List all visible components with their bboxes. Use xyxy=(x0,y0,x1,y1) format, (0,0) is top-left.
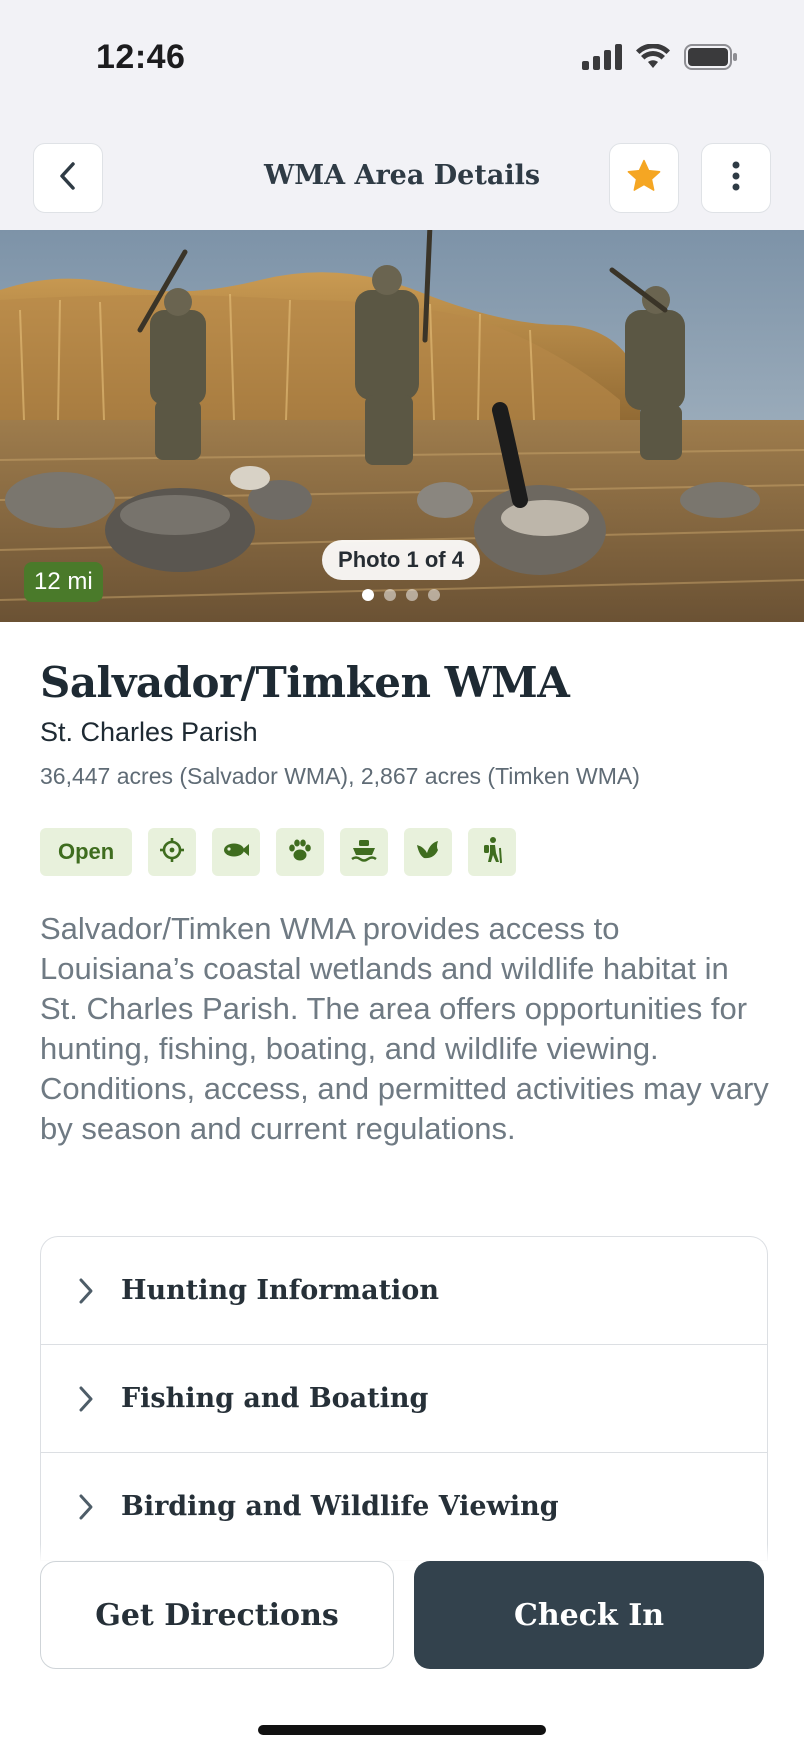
hero-photo-carousel[interactable]: 12 mi Photo 1 of 4 xyxy=(0,230,804,622)
home-indicator[interactable] xyxy=(258,1725,546,1735)
crosshair-icon xyxy=(159,837,185,868)
boat-icon xyxy=(350,837,378,868)
nav-bar: WMA Area Details xyxy=(0,120,804,230)
hiking-tag xyxy=(468,828,517,876)
check-in-button[interactable]: Check In xyxy=(414,1561,764,1669)
favorite-button[interactable] xyxy=(609,143,679,213)
chevron-right-icon xyxy=(71,1492,101,1522)
page-title: WMA Area Details xyxy=(263,160,541,191)
fish-icon xyxy=(222,840,250,865)
photo-dot[interactable] xyxy=(428,589,440,601)
status-badge: Open xyxy=(40,828,133,876)
battery-icon xyxy=(684,44,738,75)
photo-counter: Photo 1 of 4 xyxy=(322,540,480,580)
section-hunting-information[interactable]: Hunting Information xyxy=(41,1237,767,1345)
star-icon xyxy=(626,159,662,198)
chevron-right-icon xyxy=(71,1276,101,1306)
section-label: Birding and Wildlife Viewing xyxy=(121,1491,559,1522)
section-label: Hunting Information xyxy=(121,1275,439,1306)
distance-badge: 12 mi xyxy=(24,562,103,602)
get-directions-button[interactable]: Get Directions xyxy=(40,1561,394,1669)
info-sections: Hunting Information Fishing and Boating … xyxy=(40,1236,768,1566)
area-description: Salvador/Timken WMA provides access to L… xyxy=(40,911,769,1146)
more-vertical-icon xyxy=(731,161,741,196)
photo-dot[interactable] xyxy=(406,589,418,601)
section-label: Fishing and Boating xyxy=(121,1383,429,1414)
activity-tags: Open xyxy=(40,828,517,876)
more-options-button[interactable] xyxy=(701,143,771,213)
chevron-right-icon xyxy=(71,1384,101,1414)
bottom-action-bar: Get Directions Check In xyxy=(0,1544,804,1748)
hiker-icon xyxy=(480,836,504,869)
wildlife-tag xyxy=(276,828,325,876)
photo-dot[interactable] xyxy=(384,589,396,601)
hunting-tag xyxy=(148,828,197,876)
bird-icon xyxy=(414,837,442,868)
status-bar: 12:46 xyxy=(0,0,804,120)
area-parish: St. Charles Parish xyxy=(40,717,258,747)
area-name: Salvador/Timken WMA xyxy=(40,658,570,707)
fishing-tag xyxy=(212,828,261,876)
cellular-signal-icon xyxy=(582,44,622,75)
birding-tag xyxy=(404,828,453,876)
section-fishing-and-boating[interactable]: Fishing and Boating xyxy=(41,1345,767,1453)
photo-pagination-dots[interactable] xyxy=(362,589,440,601)
wifi-icon xyxy=(636,43,670,75)
paw-icon xyxy=(287,837,313,868)
status-icons xyxy=(582,43,738,75)
boating-tag xyxy=(340,828,389,876)
status-time: 12:46 xyxy=(96,38,186,76)
photo-dot[interactable] xyxy=(362,589,374,601)
area-acres: 36,447 acres (Salvador WMA), 2,867 acres… xyxy=(40,763,640,789)
